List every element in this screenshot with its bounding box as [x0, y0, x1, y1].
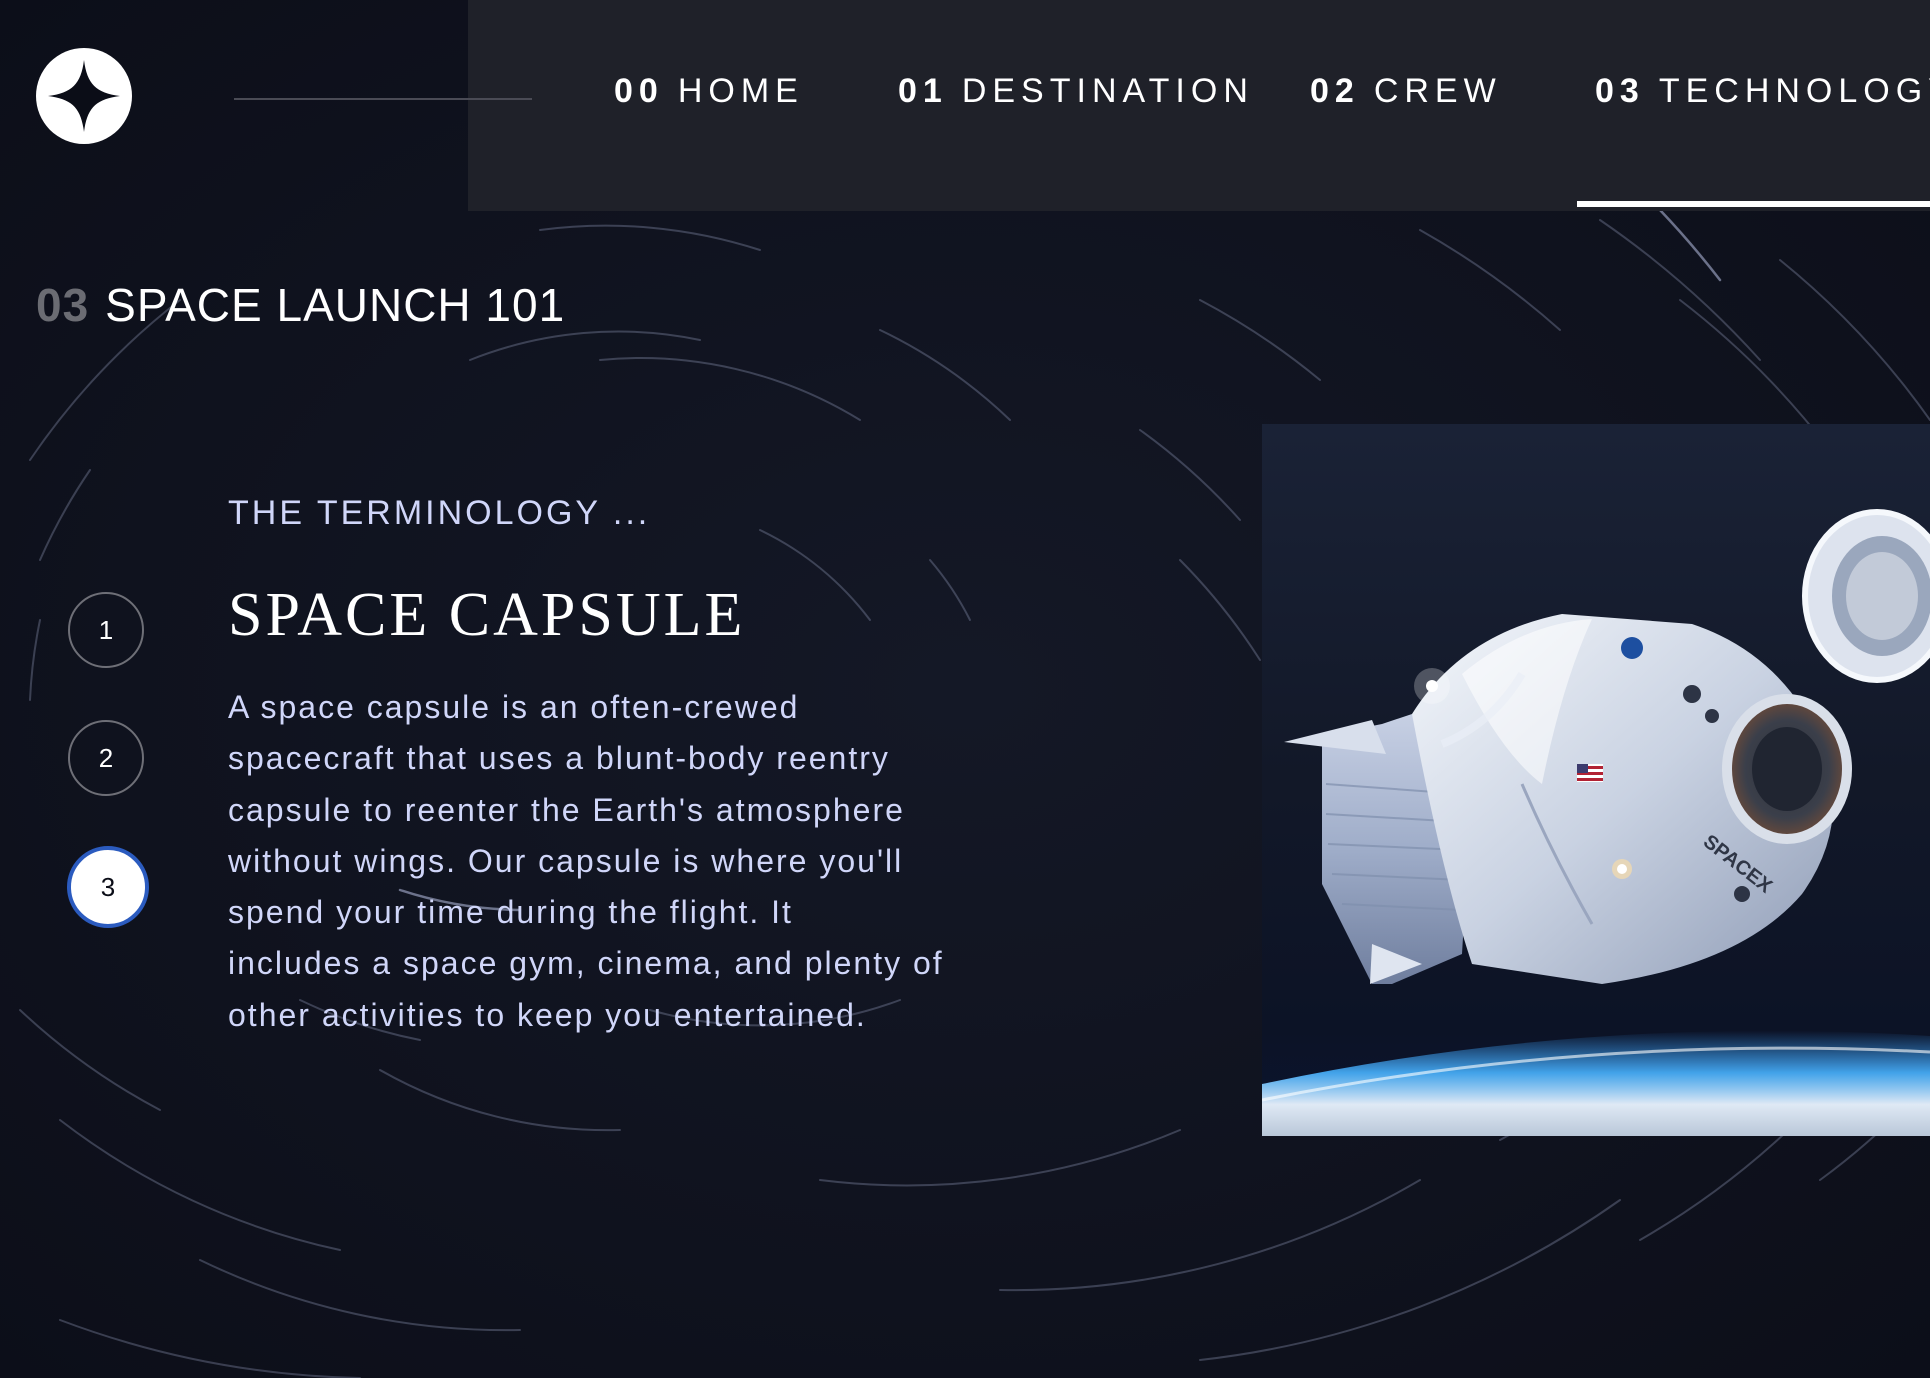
description-line: spacecraft that uses a blunt-body reentr… — [228, 740, 890, 777]
technology-description: A space capsule is an often-crewed space… — [228, 682, 944, 1041]
description-line: other activities to keep you entertained… — [228, 996, 867, 1033]
step-button-1[interactable]: 1 — [68, 592, 144, 668]
description-line: spend your time during the flight. It — [228, 894, 793, 931]
space-capsule-image: SPACEX — [1262, 424, 1930, 1136]
step-button-2[interactable]: 2 — [68, 720, 144, 796]
nav-item-home[interactable]: 00 HOME — [614, 72, 804, 211]
nav-item-crew[interactable]: 02 CREW — [1310, 72, 1502, 211]
description-line: capsule to reenter the Earth's atmospher… — [228, 791, 905, 828]
nav-number: 03 — [1595, 72, 1645, 110]
nav-item-technology[interactable]: 03 TECHNOLOGY — [1577, 72, 1930, 211]
description-line: A space capsule is an often-crewed — [228, 689, 800, 725]
nav-number: 00 — [614, 72, 664, 110]
description-line: includes a space gym, cinema, and plenty… — [228, 945, 944, 982]
nav-item-destination[interactable]: 01 DESTINATION — [898, 72, 1254, 211]
page-title-number: 03 — [36, 279, 90, 331]
nav-label: TECHNOLOGY — [1658, 72, 1930, 110]
nav-label: HOME — [677, 72, 804, 110]
nav-label: DESTINATION — [961, 72, 1254, 110]
flag-icon — [1577, 764, 1603, 782]
page-title: 03 SPACE LAUNCH 101 — [36, 278, 565, 332]
nav-number: 01 — [898, 72, 948, 110]
step-button-3[interactable]: 3 — [67, 846, 149, 928]
description-line: without wings. Our capsule is where you'… — [228, 842, 904, 879]
header-divider — [234, 98, 532, 100]
logo-icon[interactable] — [36, 48, 132, 144]
technology-title: SPACE CAPSULE — [228, 581, 746, 649]
nav-label: CREW — [1373, 72, 1502, 110]
subheading: THE TERMINOLOGY ... — [228, 494, 651, 532]
nav-number: 02 — [1310, 72, 1360, 110]
page-title-text: SPACE LAUNCH 101 — [105, 279, 566, 331]
